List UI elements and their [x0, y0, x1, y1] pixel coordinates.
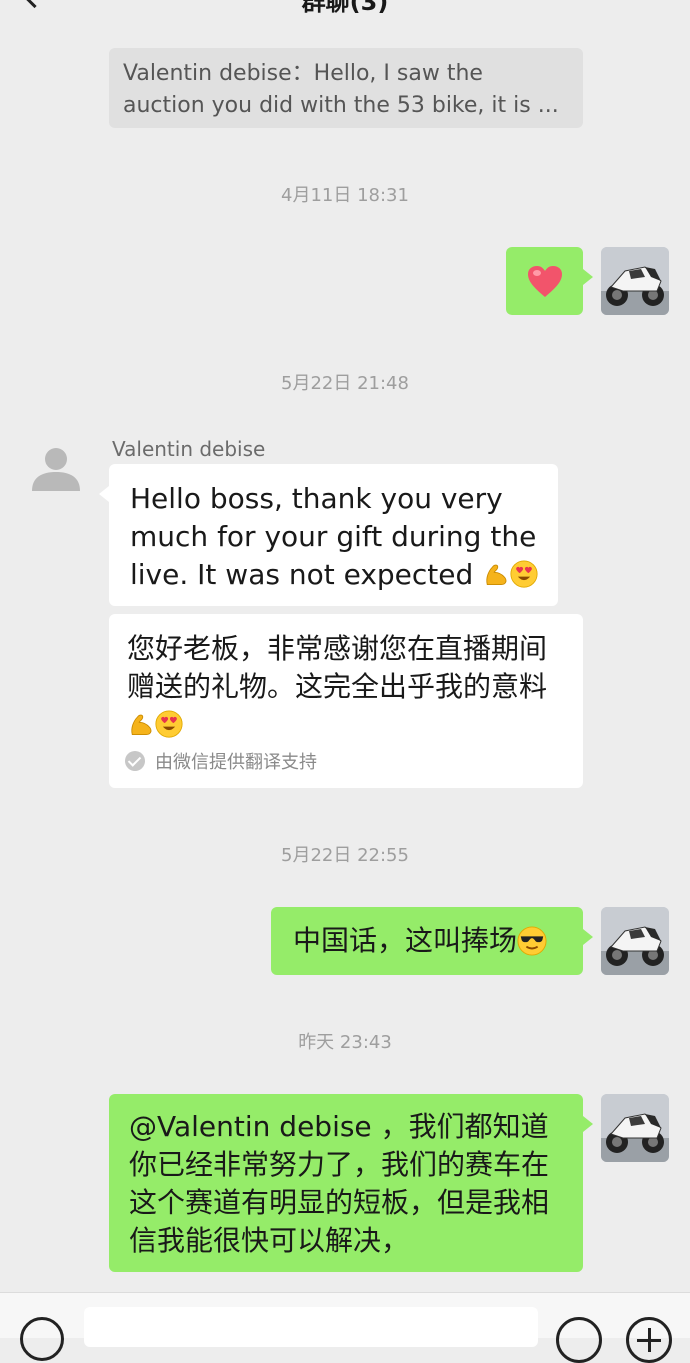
voice-icon[interactable]: [20, 1317, 64, 1361]
avatar[interactable]: [601, 907, 669, 975]
translation-text: 您好老板，非常感谢您在直播期间赠送的礼物。这完全出乎我的意料: [127, 630, 565, 744]
emoji-icon[interactable]: [556, 1317, 602, 1363]
input-bar: [0, 1292, 690, 1363]
timestamp: 5月22日 22:55: [281, 845, 409, 866]
timestamp: 5月22日 21:48: [281, 373, 409, 394]
chat-title: 群聊(3): [301, 0, 389, 16]
timestamp: 昨天 23:43: [298, 1032, 392, 1053]
message-text: 中国话，这叫捧场: [293, 922, 565, 960]
plus-icon[interactable]: [626, 1317, 672, 1363]
sunglasses-emoji-icon: [517, 926, 547, 956]
message-text: Hello boss, thank you very much for your…: [130, 482, 538, 591]
check-circle-icon: [125, 751, 145, 771]
motorcycle-avatar-icon: [601, 907, 669, 975]
translation-bubble[interactable]: 您好老板，非常感谢您在直播期间赠送的礼物。这完全出乎我的意料 由微信提供翻译支持: [109, 614, 583, 788]
translation-note: 由微信提供翻译支持: [155, 752, 317, 773]
heart-emoji-icon: [528, 266, 562, 297]
quote-line-2: auction you did with the 53 bike, it is …: [123, 93, 559, 118]
message-bubble-received[interactable]: Hello boss, thank you very much for your…: [99, 464, 558, 606]
flexed-biceps-emoji-icon: [131, 714, 152, 735]
quoted-message[interactable]: Valentin debise：Hello, I saw the auction…: [109, 48, 583, 128]
timestamp: 4月11日 18:31: [281, 185, 409, 206]
message-bubble-heart[interactable]: [506, 247, 593, 315]
motorcycle-avatar-icon: [601, 247, 669, 315]
motorcycle-avatar-icon: [601, 1094, 669, 1162]
sender-name: Valentin debise: [112, 437, 266, 461]
message-input[interactable]: [84, 1307, 538, 1347]
message-text: @Valentin debise ，我们都知道你已经非常努力了，我们的赛车在这个…: [129, 1110, 550, 1257]
avatar[interactable]: [601, 1094, 669, 1162]
flexed-biceps-emoji-icon: [486, 564, 507, 585]
heart-eyes-emoji-icon: [155, 710, 183, 738]
default-avatar-icon[interactable]: [28, 445, 84, 493]
chat-header: 群聊(3) ···: [0, 0, 690, 40]
more-options-icon[interactable]: ···: [624, 0, 660, 12]
message-bubble-sent[interactable]: @Valentin debise ，我们都知道你已经非常努力了，我们的赛车在这个…: [109, 1094, 593, 1272]
heart-eyes-emoji-icon: [510, 560, 538, 588]
message-bubble-sent[interactable]: 中国话，这叫捧场: [271, 907, 593, 975]
avatar[interactable]: [601, 247, 669, 315]
translation-footer: 由微信提供翻译支持: [125, 748, 317, 774]
quote-line-1: Valentin debise：Hello, I saw the: [123, 61, 483, 86]
